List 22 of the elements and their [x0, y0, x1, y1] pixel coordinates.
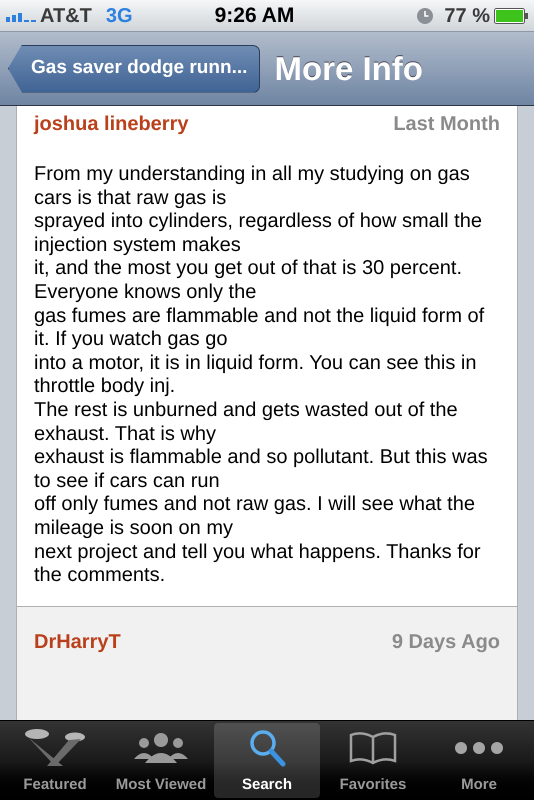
comment-author: joshua lineberry — [34, 112, 188, 137]
status-time: 9:26 AM — [214, 2, 294, 29]
tab[interactable]: Favorites — [320, 723, 426, 798]
network-type: 3G — [106, 4, 133, 28]
clock-icon — [416, 6, 434, 24]
tab[interactable]: Featured — [2, 723, 108, 798]
tab[interactable]: Search — [214, 723, 320, 798]
comment-text: From my understanding in all my studying on gas cars is that raw gas is sprayed into cylinders, regardless of how small the injection system makes it, and the most you get out of that is 30 percent. Everyone knows only the gas fumes are flammable and not the liquid form of it. If you watch gas go into a motor, it is in liquid form. You can see this in throttle body inj. The rest is unburned and gets wasted out of the exhaust. That is why exhaust is flammable and so pollutant. But this was to see if cars can run off only fumes and not raw gas. I will see what the mileage is soon on my next project and tell you what happens. Thanks for the comments. — [33, 162, 489, 588]
back-button[interactable]: Gas saver dodge runn... — [8, 44, 260, 92]
comment-date: Last Month — [393, 112, 500, 137]
comment-date: 9 Days Ago — [392, 630, 500, 655]
carrier-name: AT&T — [40, 4, 92, 28]
spotlight-icon — [23, 728, 87, 768]
more-icon — [454, 741, 504, 756]
book-icon — [348, 731, 398, 766]
tab[interactable]: More — [426, 723, 532, 798]
battery-icon — [494, 8, 528, 24]
battery-percent: 77 % — [444, 4, 490, 28]
screen-title: More Info — [274, 48, 423, 89]
tab[interactable]: Most Viewed — [108, 723, 214, 798]
comment-author: DrHarryT — [34, 630, 121, 655]
people-icon — [132, 731, 190, 766]
